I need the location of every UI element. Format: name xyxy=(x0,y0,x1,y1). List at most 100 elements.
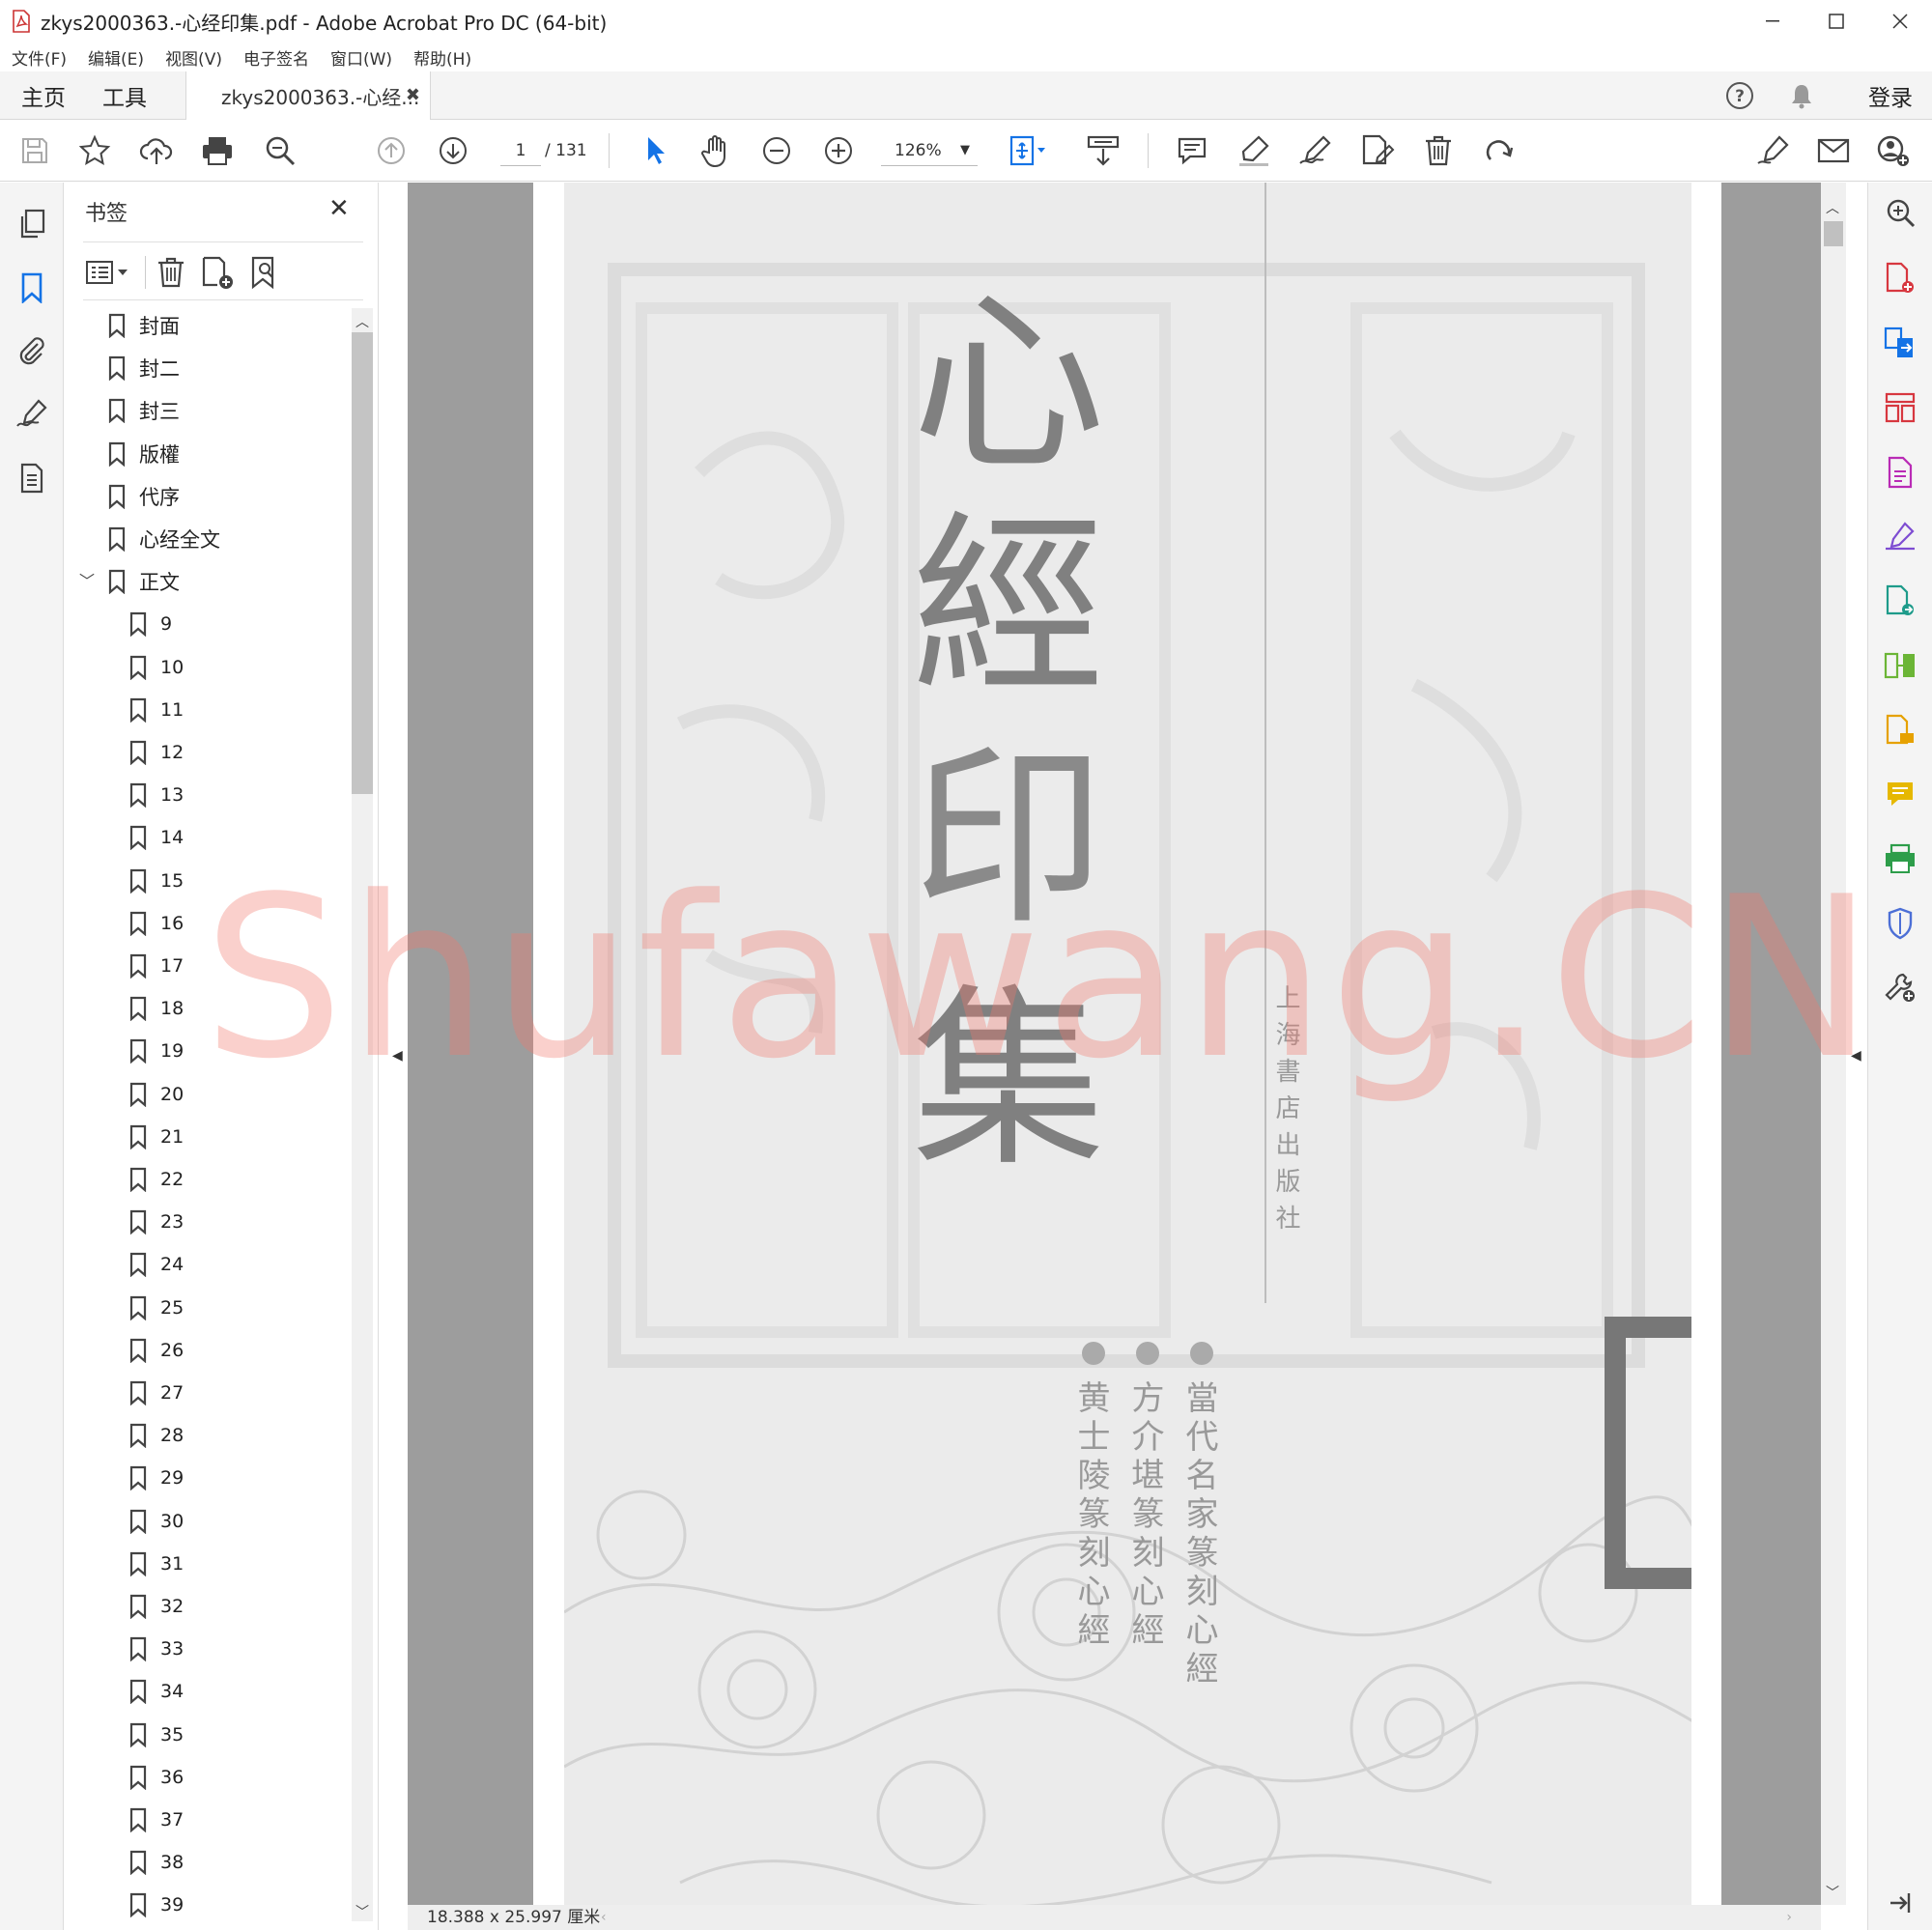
zoom-in-icon[interactable] xyxy=(819,131,858,170)
organize-pages-icon[interactable] xyxy=(1882,389,1918,426)
request-signature-icon[interactable] xyxy=(1882,519,1918,555)
bookmark-item-child[interactable]: 34 xyxy=(129,1674,184,1709)
bookmark-item[interactable]: 封面 xyxy=(108,308,180,343)
help-icon[interactable]: ? xyxy=(1725,81,1754,110)
combine-files-icon[interactable] xyxy=(1882,582,1918,619)
more-tools-icon[interactable] xyxy=(1882,969,1918,1006)
bookmark-item-child[interactable]: 39 xyxy=(129,1887,184,1922)
comment-tool-icon[interactable] xyxy=(1882,776,1918,812)
rotate-icon[interactable] xyxy=(1480,131,1519,170)
document-scrollbar-thumb[interactable] xyxy=(1824,221,1843,246)
sign-in-link[interactable]: 登录 xyxy=(1868,79,1913,112)
bookmark-item-child[interactable]: 32 xyxy=(129,1589,184,1624)
page-document-icon[interactable] xyxy=(14,460,50,497)
bookmark-scrollbar-thumb[interactable] xyxy=(352,332,373,794)
print-production-icon[interactable] xyxy=(1882,840,1918,877)
bookmark-item-child[interactable]: 17 xyxy=(129,949,184,983)
comment-icon[interactable] xyxy=(1173,131,1211,170)
page-thumbnails-icon[interactable] xyxy=(14,206,50,242)
close-window-button[interactable] xyxy=(1868,0,1932,43)
bookmark-item[interactable]: 版權 xyxy=(108,437,180,471)
bookmark-item-child[interactable]: 26 xyxy=(129,1333,184,1368)
bookmark-item-child[interactable]: 24 xyxy=(129,1247,184,1282)
expand-panel-icon[interactable] xyxy=(1882,1885,1918,1921)
bookmark-item-child[interactable]: 20 xyxy=(129,1077,184,1112)
scroll-up-icon[interactable]: ︿ xyxy=(1826,198,1839,217)
bookmark-item-child[interactable]: 22 xyxy=(129,1162,184,1197)
find-bookmark-icon[interactable] xyxy=(249,256,282,291)
find-zoom-icon[interactable] xyxy=(261,131,299,170)
bookmark-item-child[interactable]: 11 xyxy=(129,693,184,727)
scroll-down-icon[interactable]: ﹀ xyxy=(1826,1883,1839,1902)
mail-icon[interactable] xyxy=(1814,131,1853,170)
bookmark-item[interactable]: 封二 xyxy=(108,351,180,385)
signature-panel-icon[interactable] xyxy=(14,396,50,433)
bookmark-item-child[interactable]: 12 xyxy=(129,735,184,770)
hand-tool-icon[interactable] xyxy=(697,131,736,170)
scroll-up-icon[interactable]: ︿ xyxy=(355,312,369,331)
bookmark-item-child[interactable]: 16 xyxy=(129,906,184,941)
bookmark-item[interactable]: ﹀ 正文 xyxy=(79,564,180,599)
bookmark-item-child[interactable]: 10 xyxy=(129,650,184,685)
bookmark-item-child[interactable]: 38 xyxy=(129,1845,184,1880)
protect-shield-icon[interactable] xyxy=(1882,905,1918,942)
cloud-upload-icon[interactable] xyxy=(137,131,176,170)
compare-files-icon[interactable] xyxy=(1882,647,1918,684)
bookmark-item-child[interactable]: 37 xyxy=(129,1802,184,1837)
bookmark-item-child[interactable]: 21 xyxy=(129,1120,184,1154)
fill-sign-icon[interactable] xyxy=(1754,131,1793,170)
tab-tools[interactable]: 工具 xyxy=(102,71,147,120)
bookmark-item[interactable]: 心经全文 xyxy=(108,522,220,556)
bookmark-item[interactable]: 封三 xyxy=(108,393,180,428)
previous-page-icon[interactable] xyxy=(372,131,411,170)
star-icon[interactable] xyxy=(75,131,114,170)
create-pdf-icon[interactable] xyxy=(1882,260,1918,297)
select-cursor-icon[interactable] xyxy=(636,131,674,170)
bookmark-item-child[interactable]: 28 xyxy=(129,1418,184,1453)
bookmark-item-child[interactable]: 31 xyxy=(129,1547,184,1581)
edit-pdf-icon[interactable] xyxy=(1358,131,1397,170)
page-number-input[interactable]: 1 xyxy=(500,135,541,166)
bookmark-item-child[interactable]: 27 xyxy=(129,1376,184,1410)
close-panel-icon[interactable]: ✕ xyxy=(328,194,350,223)
edit-document-icon[interactable] xyxy=(1882,454,1918,491)
collapse-right-panel-icon[interactable]: ◀ xyxy=(1851,1048,1861,1064)
maximize-button[interactable] xyxy=(1804,0,1868,43)
bookmarks-icon[interactable] xyxy=(14,270,50,306)
bookmark-item-child[interactable]: 35 xyxy=(129,1717,184,1752)
scroll-down-icon[interactable]: ﹀ xyxy=(355,1902,369,1921)
bookmark-item-child[interactable]: 23 xyxy=(129,1205,184,1239)
save-icon[interactable] xyxy=(15,131,54,170)
bookmark-item-child[interactable]: 14 xyxy=(129,820,184,855)
next-page-icon[interactable] xyxy=(434,131,472,170)
sign-icon[interactable] xyxy=(1296,131,1335,170)
zoom-out-icon[interactable] xyxy=(757,131,796,170)
menu-window[interactable]: 窗口(W) xyxy=(321,45,402,70)
highlight-pen-icon[interactable] xyxy=(1235,131,1273,170)
bookmark-options-icon[interactable] xyxy=(85,258,131,287)
bookmark-item[interactable]: 代序 xyxy=(108,479,180,514)
bookmark-item-child[interactable]: 33 xyxy=(129,1632,184,1666)
delete-icon[interactable] xyxy=(1419,131,1458,170)
bookmark-item-child[interactable]: 19 xyxy=(129,1034,184,1068)
menu-edit[interactable]: 编辑(E) xyxy=(78,45,154,70)
tab-home[interactable]: 主页 xyxy=(21,71,66,120)
menu-file[interactable]: 文件(F) xyxy=(2,45,76,70)
tab-document[interactable]: zkys2000363.-心经... ✖ xyxy=(185,71,431,121)
bookmark-item-child[interactable]: 13 xyxy=(129,778,184,812)
fit-page-icon[interactable] xyxy=(1009,131,1047,170)
minimize-button[interactable] xyxy=(1741,0,1804,43)
bookmark-item-child[interactable]: 18 xyxy=(129,991,184,1026)
fill-form-icon[interactable] xyxy=(1882,712,1918,749)
export-pdf-icon[interactable] xyxy=(1882,325,1918,361)
print-icon[interactable] xyxy=(198,131,237,170)
new-bookmark-icon[interactable] xyxy=(201,256,236,291)
bookmark-item-child[interactable]: 25 xyxy=(129,1291,184,1325)
close-tab-icon[interactable]: ✖ xyxy=(406,85,420,105)
bookmark-item-child[interactable]: 30 xyxy=(129,1504,184,1539)
chevron-down-icon[interactable]: ﹀ xyxy=(79,568,95,591)
search-zoom-icon[interactable] xyxy=(1882,194,1918,231)
bookmark-item-child[interactable]: 9 xyxy=(129,607,172,641)
bookmark-item-child[interactable]: 15 xyxy=(129,864,184,898)
menu-esign[interactable]: 电子签名 xyxy=(234,45,319,70)
